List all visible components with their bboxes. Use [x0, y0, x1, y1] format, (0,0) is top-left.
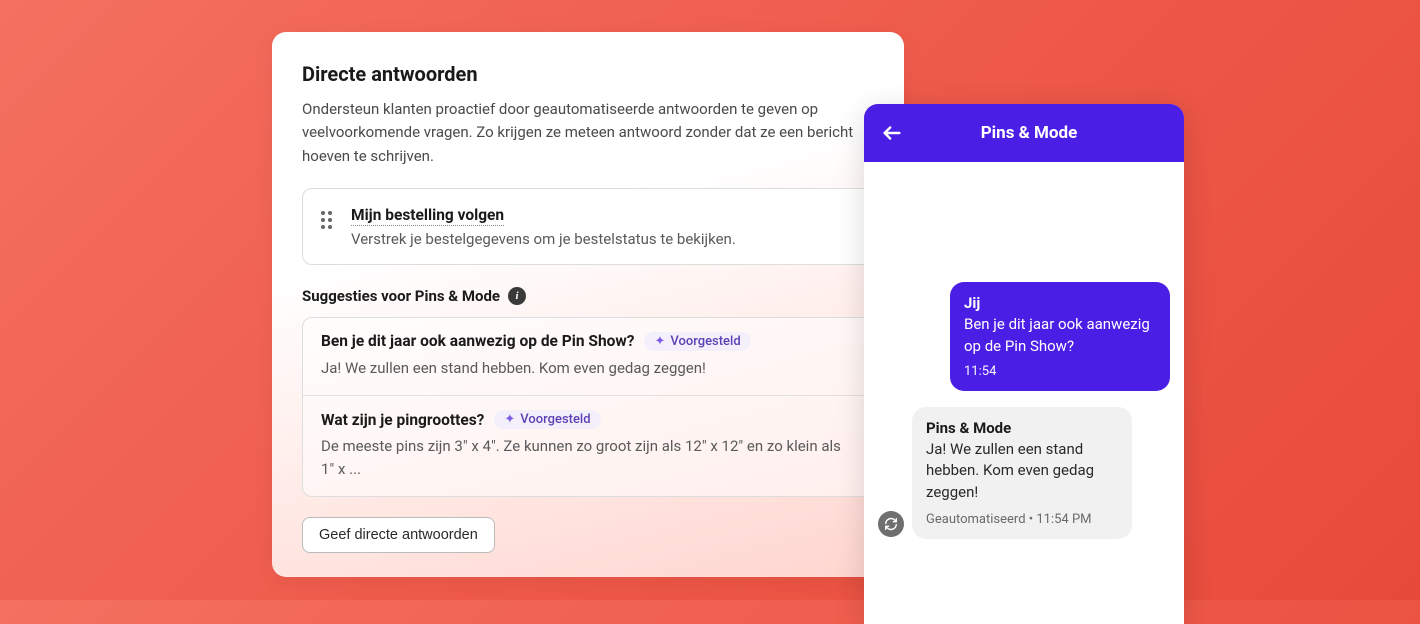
sparkle-icon: ✦ — [654, 334, 665, 349]
suggested-badge: ✦ Voorgesteld — [644, 332, 750, 351]
suggestion-item[interactable]: Wat zijn je pingroottes? ✦ Voorgesteld D… — [303, 396, 873, 496]
outgoing-sender: Jij — [964, 294, 1156, 312]
instant-answers-card: Directe antwoorden Ondersteun klanten pr… — [272, 32, 904, 577]
suggestion-answer: Ja! We zullen een stand hebben. Kom even… — [321, 357, 855, 380]
give-instant-answers-button[interactable]: Geef directe antwoorden — [302, 517, 495, 553]
tracking-content: Mijn bestelling volgen Verstrek je beste… — [351, 205, 855, 248]
chat-preview-panel: Pins & Mode Jij Ben je dit jaar ook aanw… — [864, 104, 1184, 624]
suggestion-item[interactable]: Ben je dit jaar ook aanwezig op de Pin S… — [303, 318, 873, 397]
card-title: Directe antwoorden — [302, 62, 874, 86]
suggestions-heading-row: Suggesties voor Pins & Mode i — [302, 287, 874, 305]
chat-store-name: Pins & Mode — [890, 123, 1168, 143]
outgoing-message-bubble: Jij Ben je dit jaar ook aanwezig op de P… — [950, 282, 1170, 391]
info-icon[interactable]: i — [508, 287, 526, 305]
incoming-message-bubble: Pins & Mode Ja! We zullen een stand hebb… — [912, 407, 1132, 539]
chat-header: Pins & Mode — [864, 104, 1184, 162]
drag-handle-icon[interactable] — [321, 211, 337, 229]
incoming-row: Pins & Mode Ja! We zullen een stand hebb… — [878, 407, 1132, 539]
chat-body: Jij Ben je dit jaar ook aanwezig op de P… — [864, 162, 1184, 557]
card-description: Ondersteun klanten proactief door geauto… — [302, 98, 874, 168]
badge-label: Voorgesteld — [520, 412, 590, 427]
outgoing-time: 11:54 — [964, 364, 1156, 379]
suggestion-question: Ben je dit jaar ook aanwezig op de Pin S… — [321, 332, 634, 350]
tracking-title[interactable]: Mijn bestelling volgen — [351, 206, 504, 226]
tracking-order-item[interactable]: Mijn bestelling volgen Verstrek je beste… — [302, 188, 874, 265]
suggestions-list: Ben je dit jaar ook aanwezig op de Pin S… — [302, 317, 874, 498]
suggestion-answer: De meeste pins zijn 3" x 4". Ze kunnen z… — [321, 435, 855, 480]
suggestions-heading: Suggesties voor Pins & Mode — [302, 287, 500, 305]
sparkle-icon: ✦ — [504, 412, 515, 427]
incoming-sender: Pins & Mode — [926, 419, 1118, 437]
automated-badge-icon — [878, 511, 904, 537]
suggestion-question: Wat zijn je pingroottes? — [321, 411, 484, 429]
outgoing-message-text: Ben je dit jaar ook aanwezig op de Pin S… — [964, 314, 1156, 358]
tracking-subtitle: Verstrek je bestelgegevens om je bestels… — [351, 230, 855, 248]
badge-label: Voorgesteld — [670, 334, 740, 349]
suggested-badge: ✦ Voorgesteld — [494, 410, 600, 429]
incoming-message-text: Ja! We zullen een stand hebben. Kom even… — [926, 439, 1118, 504]
incoming-meta: Geautomatiseerd • 11:54 PM — [926, 512, 1118, 527]
